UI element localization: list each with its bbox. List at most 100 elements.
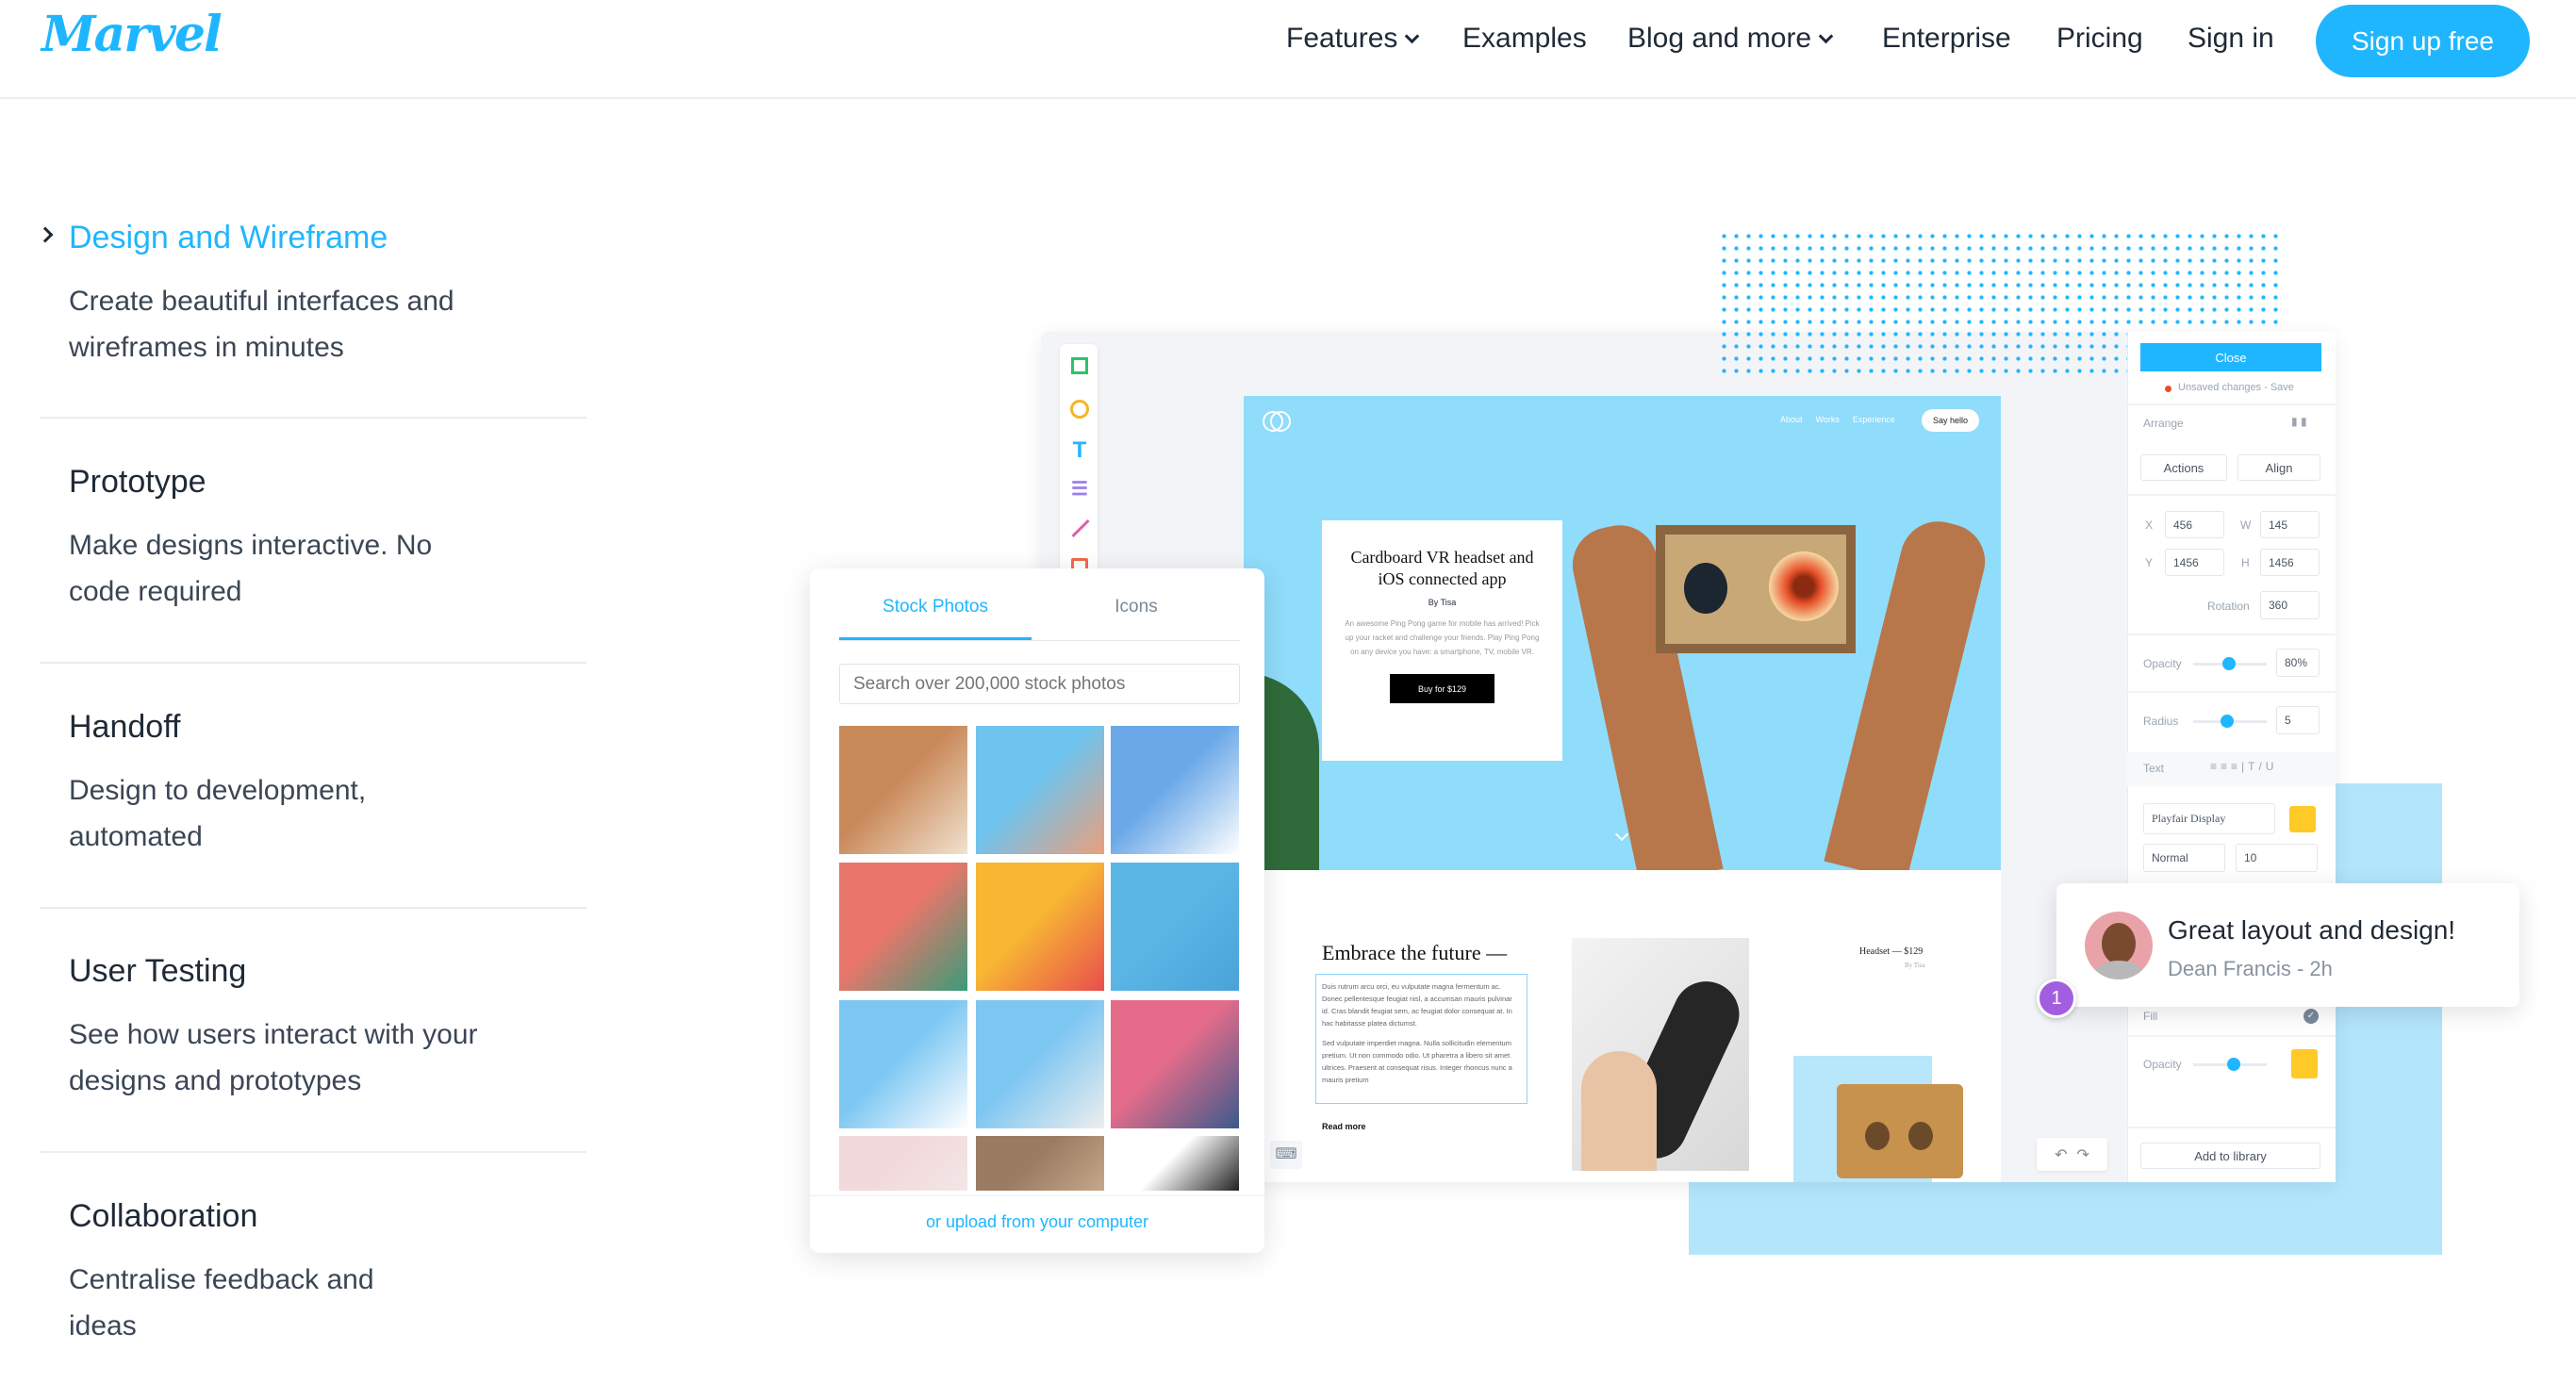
chevron-down-icon	[1405, 28, 1420, 44]
unsaved-dot-icon	[2165, 386, 2171, 392]
divider	[40, 907, 586, 909]
nav-pricing[interactable]: Pricing	[2056, 23, 2143, 55]
font-select[interactable]: Playfair Display	[2143, 803, 2275, 834]
add-to-library-button[interactable]: Add to library	[2140, 1143, 2320, 1169]
site-nav-item: Works	[1815, 415, 1840, 424]
feature-user-testing-title[interactable]: User Testing	[69, 953, 246, 990]
nav-label: Blog and more	[1627, 23, 1812, 54]
stock-photo-tile[interactable]	[976, 1000, 1104, 1128]
close-button[interactable]: Close	[2140, 343, 2321, 371]
site-logo-icon	[1270, 411, 1291, 432]
feature-user-testing-desc: See how users interact with your designs…	[69, 1019, 478, 1096]
nav-enterprise[interactable]: Enterprise	[1882, 23, 2011, 55]
tab-icons[interactable]: Icons	[1042, 597, 1230, 617]
lock-icon[interactable]: ▮ ▮	[2291, 415, 2307, 428]
body-text: Duis rutrum arcu orci, eu vulputate magn…	[1322, 982, 1512, 1028]
product-author: By Tisa	[1905, 962, 1925, 969]
y-label: Y	[2145, 556, 2154, 569]
card-author: By Tisa	[1428, 598, 1457, 607]
marvel-logo[interactable]: Marvel	[41, 6, 223, 63]
x-input[interactable]: 456	[2165, 511, 2224, 538]
weight-select[interactable]: Normal	[2143, 844, 2225, 872]
h-input[interactable]: 1456	[2260, 549, 2320, 576]
rectangle-tool-icon[interactable]	[1071, 357, 1088, 374]
align-button[interactable]: Align	[2237, 454, 2320, 481]
stock-photo-tile[interactable]	[839, 1000, 967, 1128]
keyboard-icon[interactable]: ⌨	[1270, 1141, 1302, 1169]
radius-slider-handle[interactable]	[2221, 715, 2234, 728]
feature-design-title[interactable]: Design and Wireframe	[69, 220, 388, 256]
fill-label: Fill	[2143, 1010, 2158, 1023]
stock-photo-tile[interactable]	[976, 1136, 1104, 1191]
divider	[2127, 691, 2336, 693]
fill-check-icon[interactable]: ✓	[2304, 1009, 2319, 1024]
read-more-link: Read more	[1322, 1122, 1366, 1131]
chevron-right-icon	[37, 226, 54, 243]
fill-color-swatch[interactable]	[2291, 1049, 2318, 1078]
stock-search-input[interactable]	[839, 664, 1240, 704]
actions-button[interactable]: Actions	[2140, 454, 2227, 481]
feature-collaboration-title[interactable]: Collaboration	[69, 1198, 257, 1235]
rotation-label: Rotation	[2207, 600, 2250, 613]
stock-photo-tile[interactable]	[976, 726, 1104, 854]
stock-photo-tile[interactable]	[1111, 1136, 1239, 1191]
stock-photos-panel: Stock Photos Icons or upload from your c…	[810, 568, 1264, 1253]
nav-blog[interactable]: Blog and more	[1627, 23, 1834, 55]
divider	[2127, 633, 2336, 635]
avatar	[2085, 912, 2153, 979]
body-text: Sed vulputate imperdiet magna. Nulla sol…	[1322, 1039, 1512, 1084]
chevron-down-icon	[1818, 28, 1834, 44]
comment-badge[interactable]: 1	[2037, 979, 2076, 1018]
feature-handoff-title[interactable]: Handoff	[69, 709, 180, 746]
w-label: W	[2240, 518, 2252, 532]
divider	[810, 1195, 1264, 1196]
comment-author: Dean Francis - 2h	[2168, 957, 2333, 980]
radius-label: Radius	[2143, 715, 2179, 728]
h-label: H	[2241, 556, 2250, 569]
opacity-input[interactable]: 80%	[2276, 649, 2320, 677]
list-tool-icon[interactable]: ☰	[1069, 479, 1090, 500]
feature-prototype-title[interactable]: Prototype	[69, 464, 206, 501]
product-card: Cardboard VR headset and iOS connected a…	[1322, 520, 1562, 761]
card-description: An awesome Ping Pong game for mobile has…	[1345, 619, 1540, 656]
undo-redo: ↶ ↷	[2037, 1138, 2107, 1171]
stock-photo-tile[interactable]	[1111, 863, 1239, 991]
unsaved-status[interactable]: Unsaved changes - Save	[2178, 382, 2294, 393]
undo-icon[interactable]: ↶	[2055, 1145, 2067, 1164]
stock-photo-tile[interactable]	[839, 726, 967, 854]
radius-input[interactable]: 5	[2276, 706, 2320, 734]
upload-link[interactable]: or upload from your computer	[810, 1212, 1264, 1232]
redo-icon[interactable]: ↷	[2077, 1145, 2089, 1164]
nav-features[interactable]: Features	[1286, 23, 1420, 55]
w-input[interactable]: 145	[2260, 511, 2320, 538]
text-color-swatch[interactable]	[2289, 806, 2316, 832]
text-format-icons[interactable]: ≡≡≡|T/U	[2210, 760, 2277, 773]
divider	[2127, 403, 2336, 405]
divider	[40, 417, 586, 419]
stock-photo-tile[interactable]	[839, 1136, 967, 1191]
divider	[2127, 494, 2336, 496]
font-size-input[interactable]: 10	[2236, 844, 2318, 872]
feature-design-desc: Create beautiful interfaces and wirefram…	[69, 286, 454, 363]
selected-text-box[interactable]: Duis rutrum arcu orci, eu vulputate magn…	[1315, 974, 1527, 1104]
comment-card[interactable]: Great layout and design! Dean Francis - …	[2056, 883, 2519, 1007]
vr-controller-image	[1572, 938, 1750, 1171]
stock-photo-tile[interactable]	[1111, 726, 1239, 854]
circle-tool-icon[interactable]	[1070, 400, 1089, 419]
sign-up-button[interactable]: Sign up free	[2316, 5, 2530, 77]
stock-photo-tile[interactable]	[1111, 1000, 1239, 1128]
stock-photo-tile[interactable]	[839, 863, 967, 991]
nav-sign-in[interactable]: Sign in	[2188, 23, 2274, 55]
divider	[2127, 1035, 2336, 1037]
nav-examples[interactable]: Examples	[1462, 23, 1587, 55]
y-input[interactable]: 1456	[2165, 549, 2224, 576]
feature-prototype-desc: Make designs interactive. No code requir…	[69, 530, 433, 607]
stock-photo-tile[interactable]	[976, 863, 1104, 991]
site-nav-item: About	[1780, 415, 1803, 424]
fill-opacity-slider-handle[interactable]	[2227, 1058, 2240, 1071]
top-nav: Marvel Features Examples Blog and more E…	[0, 0, 2576, 99]
text-tool-icon[interactable]: T	[1069, 439, 1090, 462]
tab-stock-photos[interactable]: Stock Photos	[839, 597, 1032, 617]
opacity-slider-handle[interactable]	[2222, 657, 2236, 670]
rotation-input[interactable]: 360	[2260, 591, 2320, 619]
